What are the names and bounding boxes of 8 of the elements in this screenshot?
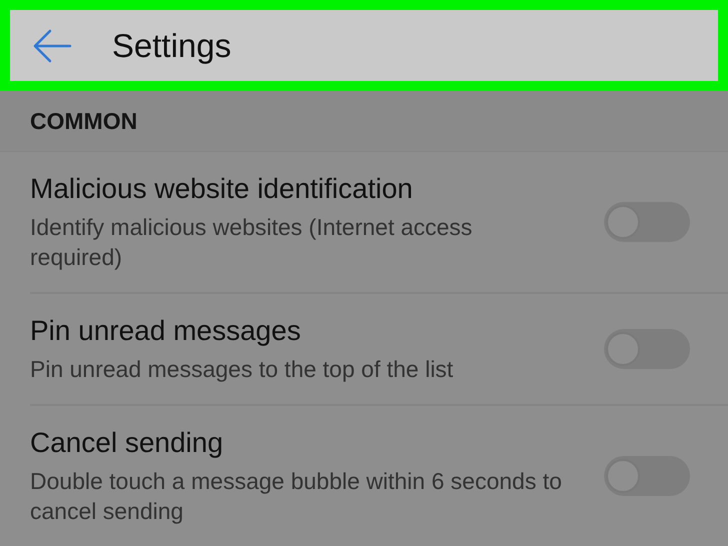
setting-title: Pin unread messages bbox=[30, 314, 302, 348]
setting-title: Malicious website identification bbox=[30, 172, 414, 206]
setting-title: Cancel sending bbox=[30, 426, 224, 460]
setting-description: Double touch a message bubble within 6 seconds to cancel sending bbox=[30, 467, 563, 526]
page-title: Settings bbox=[112, 26, 232, 66]
setting-description: Pin unread messages to the top of the list bbox=[30, 355, 454, 384]
setting-description: Identify malicious websites (Internet access required) bbox=[30, 213, 474, 272]
section-title: COMMON bbox=[30, 106, 138, 136]
